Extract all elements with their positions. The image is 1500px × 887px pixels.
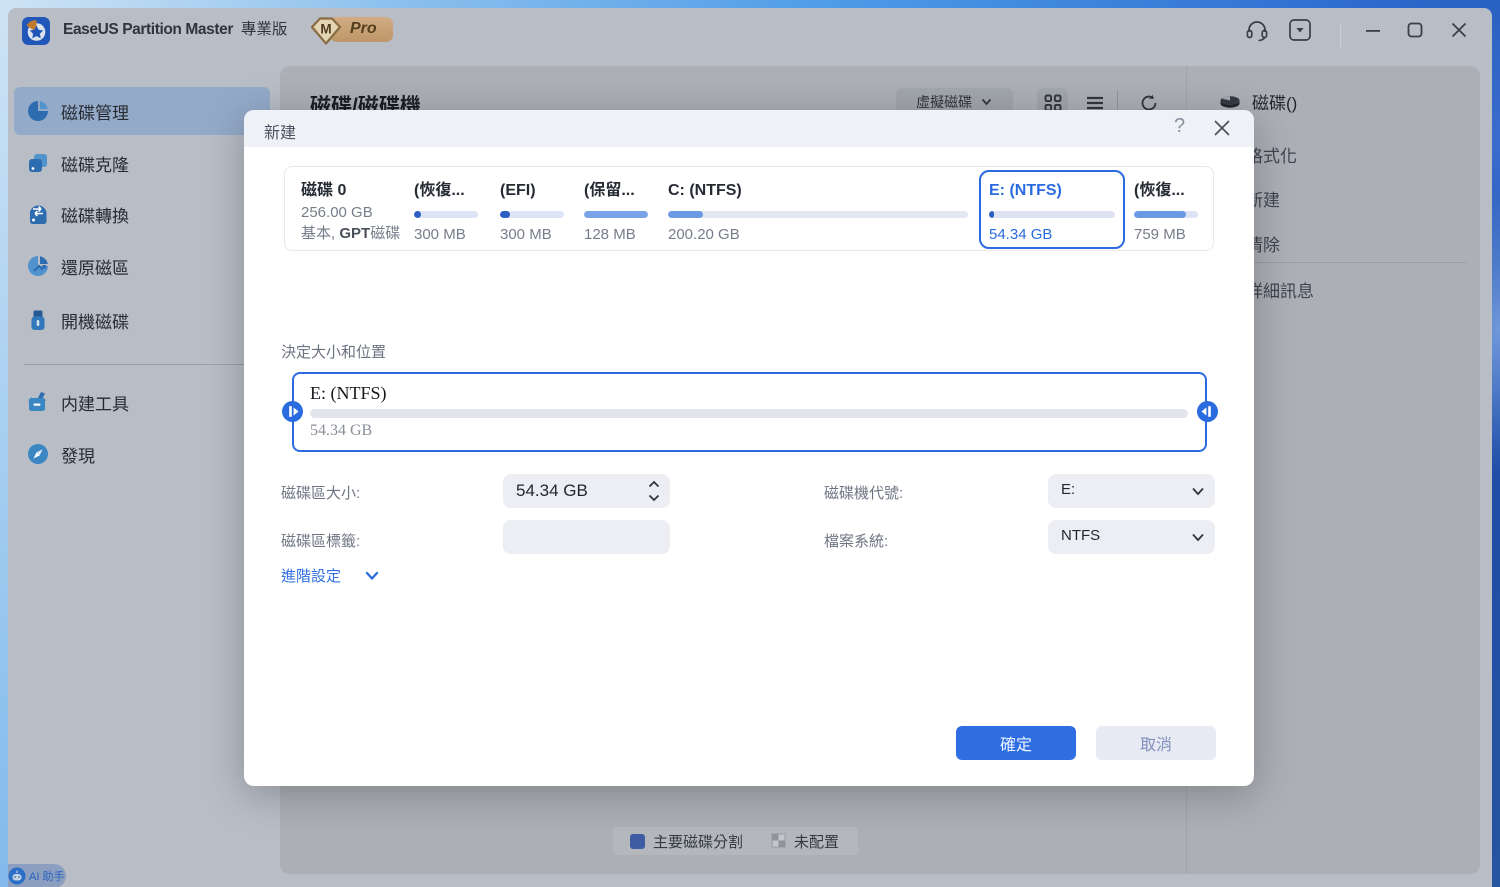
svg-text:M: M [320, 22, 331, 37]
